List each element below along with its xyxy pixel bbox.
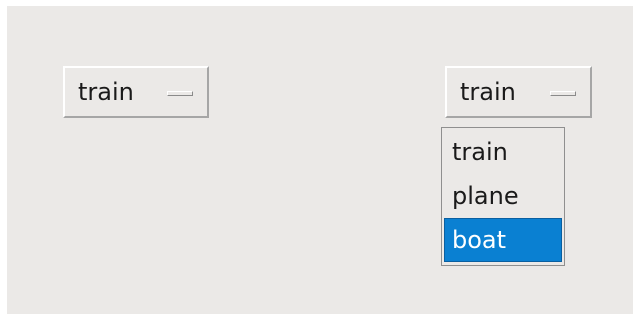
option-menu-indicator-icon [550,91,576,96]
option-menu-value: train [78,78,134,106]
dropdown-item-train[interactable]: train [444,130,562,174]
option-menu-right[interactable]: train [445,66,592,118]
option-menu-dropdown: train plane boat [441,127,565,266]
option-menu-left[interactable]: train [63,66,209,118]
dropdown-item-plane[interactable]: plane [444,174,562,218]
option-menu-value: train [460,78,516,106]
option-menu-indicator-icon [167,91,193,96]
dropdown-item-boat[interactable]: boat [444,218,562,262]
